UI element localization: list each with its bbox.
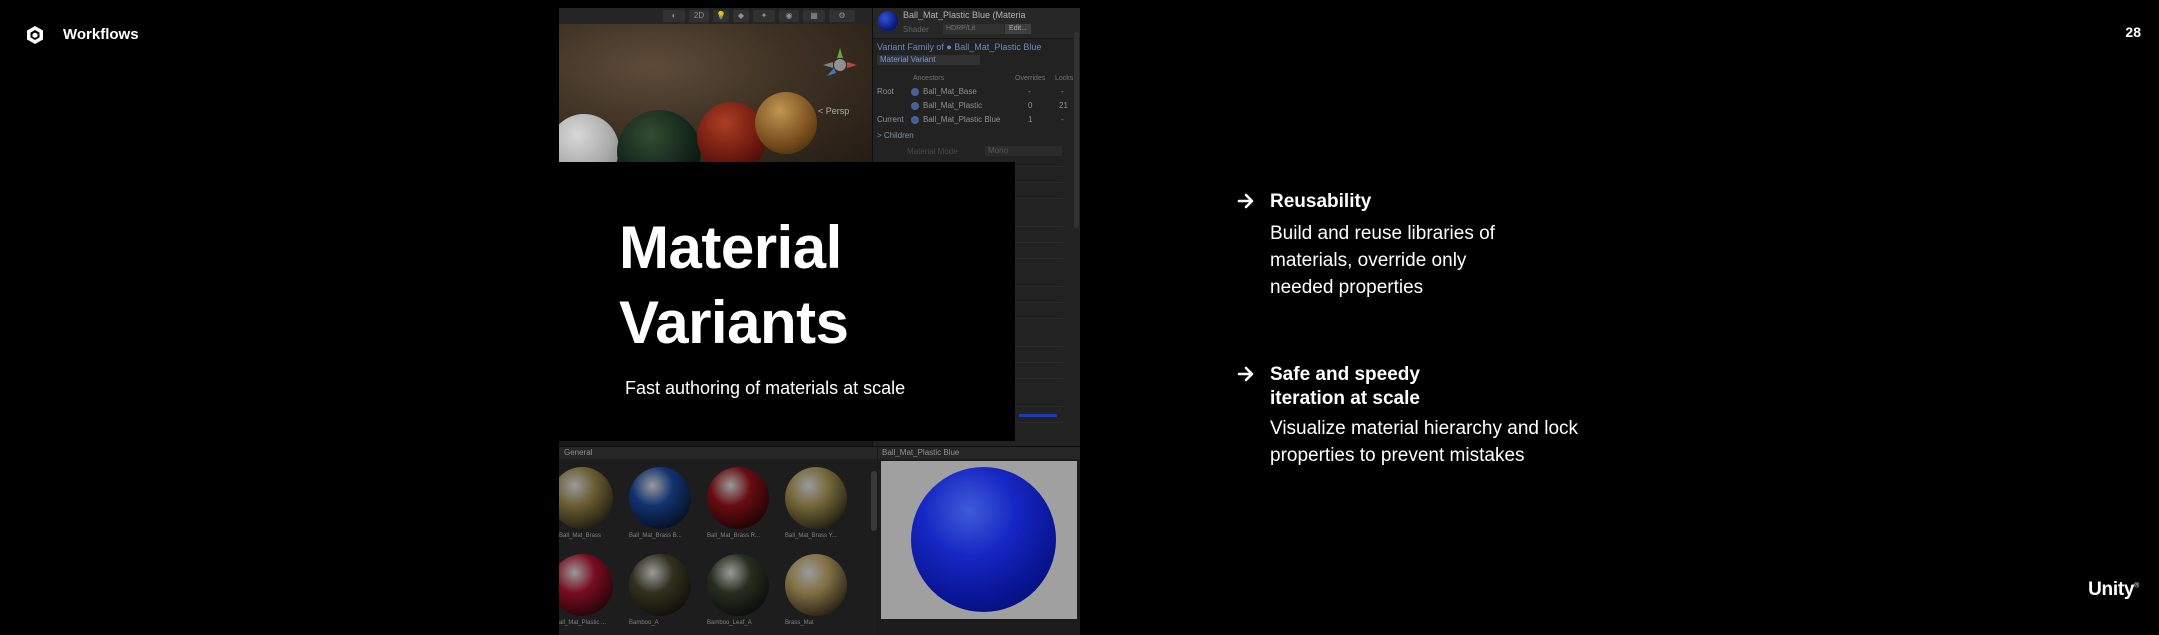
material-thumbnail: [707, 554, 769, 616]
material-thumbnail-label: all_Mat_Plastic ...: [559, 620, 607, 626]
material-thumbnail-label: Brass_Mat: [785, 620, 814, 626]
scene-orientation-gizmo: [823, 48, 857, 76]
scene-view: < Persp: [559, 24, 872, 194]
scene-toolbar: ◐ 2D 💡 ◆ ✦ ◉ ▦ ⚙: [559, 8, 872, 25]
material-thumbnail-label: Ball_Mat_Brass R...: [707, 533, 761, 539]
material-icon: [911, 102, 919, 110]
color-swatch-bar: [1019, 414, 1057, 417]
locks-header: Locks: [1055, 75, 1074, 82]
variant-family-label: Variant Family of ● Ball_Mat_Plastic Blu…: [877, 42, 1042, 52]
material-thumbnail-label: Bamboo_Leaf_A: [707, 620, 752, 626]
scene-audio-icon: ◆: [733, 10, 749, 22]
page-number: 28: [2125, 24, 2141, 40]
material-thumbnail: [629, 554, 691, 616]
overrides-header: Overrides: [1015, 75, 1046, 82]
preview-viewport: [881, 461, 1077, 619]
shader-label: Shader: [903, 25, 929, 34]
ancestors-header: Ancestors: [913, 75, 945, 82]
material-preview-panel: Ball_Mat_Plastic Blue: [878, 446, 1080, 635]
arrow-right-icon: [1237, 366, 1254, 382]
material-thumbnail: [629, 467, 691, 529]
arrow-right-icon: [1237, 193, 1254, 209]
bullet-title: Reusability: [1270, 191, 1372, 212]
hierarchy-row: Root Ball_Mat_Base - -: [877, 87, 1064, 96]
shader-dropdown: HDRP/Lit: [943, 24, 1004, 34]
bullet-description: Build and reuse libraries of materials, …: [1270, 223, 1495, 298]
inspector-scrollbar: [1074, 32, 1079, 228]
unity-wordmark: Unity®: [2088, 579, 2139, 600]
hierarchy-row: Ball_Mat_Plastic 0 21: [873, 100, 1080, 112]
scene-shading-button: ◐: [663, 10, 685, 22]
project-scrollbar: [871, 471, 877, 531]
title-card: Material Variants Fast authoring of mate…: [559, 162, 1015, 441]
material-thumbnail-label: Bamboo_A: [629, 620, 659, 626]
scene-visibility-icon: ◉: [779, 10, 799, 22]
material-thumbnail-label: Ball_Mat_Brass B...: [629, 533, 682, 539]
perspective-label: < Persp: [818, 106, 850, 116]
children-foldout: > Children: [877, 131, 914, 140]
slide-subtitle: Fast authoring of materials at scale: [625, 378, 906, 398]
material-thumbnail: [785, 554, 847, 616]
material-thumbnail-label: Ball_Mat_Brass Y...: [785, 533, 837, 539]
project-browser: General Ball_Mat_Brass Ball_Mat_Brass B..…: [559, 446, 877, 635]
scene-2d-toggle: 2D: [689, 10, 709, 22]
bullet-description: Visualize material hierarchy and lock pr…: [1270, 418, 1579, 466]
material-thumbnail: [559, 467, 613, 529]
material-thumbnail: [559, 554, 613, 616]
scene-light-icon: 💡: [713, 10, 729, 22]
material-icon: [911, 116, 919, 124]
scene-fx-icon: ✦: [753, 10, 775, 22]
material-thumbnail-label: Ball_Mat_Brass: [559, 533, 602, 539]
inspector-header: Ball_Mat_Plastic Blue (Materia Shader HD…: [873, 8, 1080, 39]
scene-gizmos-icon: ⚙: [829, 10, 855, 22]
material-thumbnail: [707, 467, 769, 529]
project-folder-breadcrumb: General: [559, 447, 877, 459]
preview-sphere: [911, 467, 1056, 612]
variant-type-dropdown: Material Variant: [877, 55, 980, 65]
unity-logo-icon: [27, 26, 43, 44]
shader-edit-button: Edit...: [1005, 24, 1031, 34]
inspector-title: Ball_Mat_Plastic Blue (Materia: [903, 10, 1026, 20]
material-icon: [911, 88, 919, 96]
preview-title: Ball_Mat_Plastic Blue: [878, 447, 1080, 459]
bullet-title: Safe and speedy iteration at scale: [1270, 364, 1420, 409]
hierarchy-row: Current Ball_Mat_Plastic Blue 1 -: [877, 115, 1064, 124]
slide-title: Material Variants: [619, 214, 849, 356]
section-title: Workflows: [63, 26, 139, 43]
material-preview-icon: [878, 11, 898, 31]
scene-grid-icon: ▦: [803, 10, 825, 22]
material-thumbnail: [785, 467, 847, 529]
